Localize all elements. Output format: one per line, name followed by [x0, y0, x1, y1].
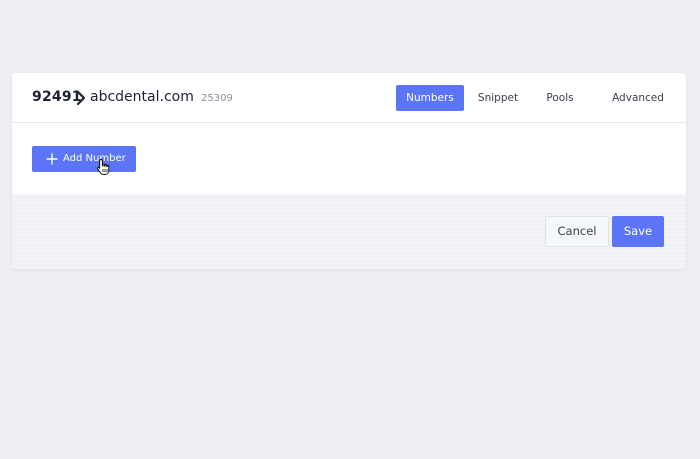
add-number-button[interactable]: Add Number — [32, 146, 136, 172]
tab-snippet[interactable]: Snippet — [468, 85, 528, 111]
chevron-right-icon — [76, 90, 86, 106]
cancel-button[interactable]: Cancel — [545, 216, 609, 247]
hand-pointer-cursor-icon — [96, 159, 110, 175]
save-button[interactable]: Save — [612, 216, 664, 247]
plus-icon — [46, 153, 58, 165]
page: 92491 abcdental.com 25309 Numbers Snippe… — [0, 0, 700, 459]
tab-numbers[interactable]: Numbers — [396, 85, 464, 111]
card-header: 92491 abcdental.com 25309 Numbers Snippe… — [12, 73, 686, 123]
card-footer: Cancel Save — [12, 194, 686, 269]
tab-pools[interactable]: Pools — [536, 85, 584, 111]
tab-advanced[interactable]: Advanced — [594, 85, 682, 111]
card-body: Add Number — [12, 123, 686, 194]
breadcrumb-domain: abcdental.com — [90, 89, 194, 105]
add-number-label: Add Number — [63, 153, 126, 164]
settings-card: 92491 abcdental.com 25309 Numbers Snippe… — [12, 73, 686, 269]
breadcrumb-code: 25309 — [201, 93, 233, 104]
